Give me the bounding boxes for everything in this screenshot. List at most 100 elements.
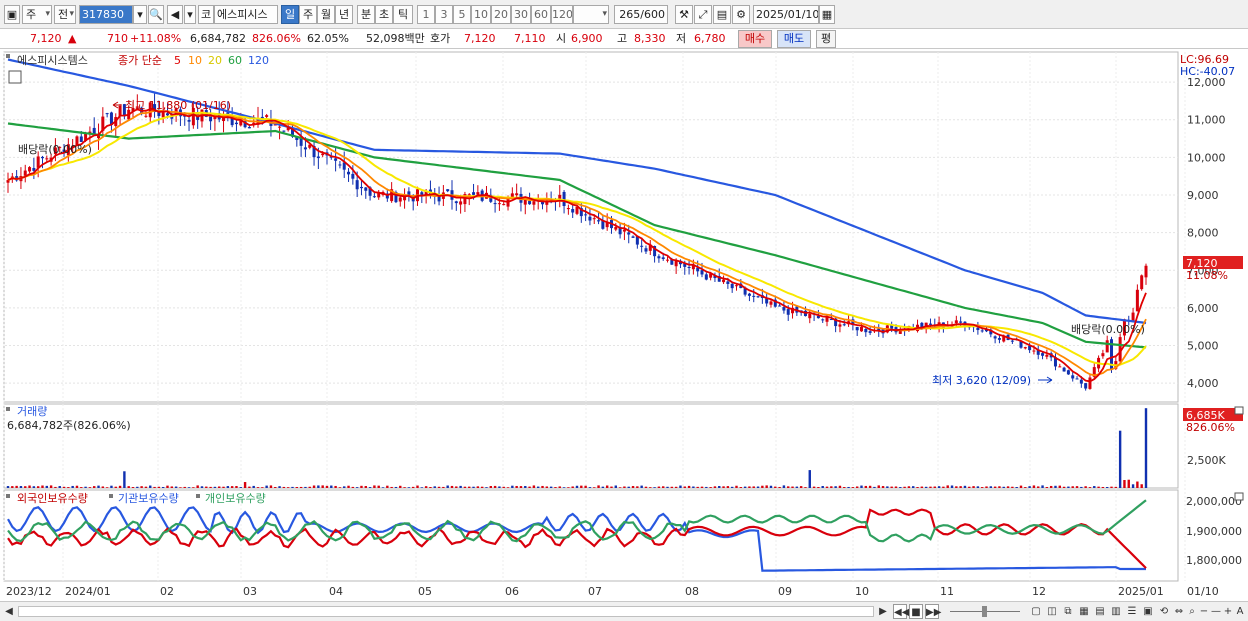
- stock-chart-svg[interactable]: 에스피시스템스 종가 단순 5 10 20 60 120 LC:96.69 HC…: [0, 50, 1248, 601]
- interval-3[interactable]: 3: [435, 5, 453, 24]
- ratio-icon[interactable]: ▦: [1076, 604, 1092, 619]
- volume-bar: [825, 486, 829, 488]
- zoom-slider-handle[interactable]: [982, 606, 987, 617]
- candle-body: [446, 189, 450, 192]
- window-icon[interactable]: ▣: [1140, 604, 1156, 619]
- stock-name-field[interactable]: 에스피시스: [214, 5, 278, 24]
- volume-bar: [860, 485, 863, 488]
- gear-icon[interactable]: ⚙: [732, 5, 750, 24]
- period-month[interactable]: 월: [317, 5, 335, 24]
- volume-bar: [11, 486, 14, 488]
- stop-icon[interactable]: ■: [909, 604, 923, 619]
- x-axis-label: 10: [855, 585, 869, 598]
- grid-icon[interactable]: ▤: [1092, 604, 1108, 619]
- volume-bar: [1084, 486, 1087, 488]
- up-arrow-icon: ▲: [68, 32, 77, 45]
- interval-10[interactable]: 10: [471, 5, 491, 24]
- layout-icon[interactable]: ▢: [1028, 604, 1044, 619]
- volume-bar: [209, 486, 212, 488]
- period-year[interactable]: 년: [335, 5, 353, 24]
- sell-button[interactable]: 매도: [777, 30, 811, 48]
- chart-toolbar: ▣ 주 전 317830 ▾ 🔍 ◀ ▾ 코 에스피시스 일 주 월 년 분 초…: [0, 0, 1248, 29]
- list-icon[interactable]: ☰: [1124, 604, 1140, 619]
- window-icon[interactable]: ▣: [4, 5, 20, 24]
- sound-icon[interactable]: ◀: [167, 5, 183, 24]
- scroll-left-icon[interactable]: ◀: [3, 604, 15, 619]
- volume-bar: [218, 486, 221, 488]
- font-size-icon[interactable]: A: [1234, 604, 1246, 619]
- maximize-icon[interactable]: [1234, 406, 1244, 415]
- split-icon[interactable]: ◫: [1044, 604, 1060, 619]
- candle-body: [338, 164, 342, 166]
- draw-tool-icon[interactable]: ⤢: [694, 5, 712, 24]
- data-count-field[interactable]: 265/600: [614, 5, 668, 24]
- volume-bar: [343, 486, 346, 488]
- interval-1[interactable]: 1: [417, 5, 435, 24]
- volume-bar: [45, 485, 48, 488]
- maximize-icon[interactable]: [1234, 492, 1244, 501]
- save-icon[interactable]: ▤: [713, 5, 731, 24]
- interval-5[interactable]: 5: [453, 5, 471, 24]
- period-tick[interactable]: 틱: [393, 5, 413, 24]
- chart-settings-icon[interactable]: ⚒: [675, 5, 693, 24]
- panel-marker-icon: [6, 54, 10, 58]
- volume-bar: [239, 487, 242, 488]
- date-input[interactable]: 2025/01/10: [753, 5, 819, 24]
- candle-body: [1071, 375, 1075, 379]
- eval-button[interactable]: 평: [816, 30, 836, 48]
- interval-120[interactable]: 120: [551, 5, 573, 24]
- candle-body: [592, 218, 596, 220]
- price-change-pct: +11.08%: [130, 32, 182, 45]
- zoom-out-icon[interactable]: −: [1198, 604, 1210, 619]
- volume-bar: [222, 486, 225, 488]
- search-icon[interactable]: ⌕: [1186, 604, 1198, 619]
- volume-bar: [567, 487, 570, 488]
- volume-bar: [993, 486, 997, 488]
- data-count-total: /600: [640, 8, 665, 21]
- stock-code-input[interactable]: 317830: [79, 5, 133, 24]
- zoom-in-icon[interactable]: +: [1222, 604, 1234, 619]
- period-second[interactable]: 초: [375, 5, 393, 24]
- volume-bar: [256, 487, 260, 488]
- calendar-icon[interactable]: ▦: [819, 5, 835, 24]
- reset-icon[interactable]: ⟲: [1156, 604, 1172, 619]
- prev-select[interactable]: 전: [54, 5, 76, 24]
- period-day[interactable]: 일: [281, 5, 299, 24]
- volume-bar: [506, 487, 510, 488]
- period-week[interactable]: 주: [299, 5, 317, 24]
- candle-body: [105, 113, 109, 115]
- sound-dropdown-icon[interactable]: ▾: [184, 5, 196, 24]
- indicator-icon[interactable]: ▥: [1108, 604, 1124, 619]
- low-label: 저: [676, 32, 687, 45]
- volume-bar: [808, 470, 811, 488]
- volume-bar: [618, 487, 622, 488]
- candle-body: [40, 156, 44, 159]
- compare-icon[interactable]: ⧉: [1060, 604, 1076, 619]
- interval-custom-select[interactable]: [573, 5, 609, 24]
- first-page-icon[interactable]: ◀◀: [893, 604, 909, 619]
- volume-bar: [1019, 485, 1023, 488]
- volume-bar: [899, 487, 902, 488]
- volume-bar: [330, 485, 333, 488]
- minus-icon[interactable]: —: [1210, 604, 1222, 619]
- last-page-icon[interactable]: ▶▶: [925, 604, 941, 619]
- volume-bar: [1131, 484, 1135, 488]
- chart-type-select[interactable]: 주: [22, 5, 52, 24]
- scroll-track[interactable]: [18, 606, 874, 617]
- interval-20[interactable]: 20: [491, 5, 511, 24]
- volume-bar: [903, 486, 906, 488]
- volume-bar: [200, 486, 204, 488]
- volume-bar: [192, 487, 195, 488]
- period-minute[interactable]: 분: [357, 5, 375, 24]
- interval-30[interactable]: 30: [511, 5, 531, 24]
- pan-icon[interactable]: ⇔: [1172, 604, 1186, 619]
- volume-bar: [179, 487, 182, 488]
- table-icon[interactable]: [8, 70, 22, 84]
- volume-bar: [597, 485, 600, 488]
- search-icon[interactable]: 🔍: [148, 5, 164, 24]
- volume-bar: [743, 486, 747, 488]
- code-dropdown-icon[interactable]: ▾: [133, 5, 147, 24]
- interval-60[interactable]: 60: [531, 5, 551, 24]
- scroll-right-icon[interactable]: ▶: [877, 604, 889, 619]
- buy-button[interactable]: 매수: [738, 30, 772, 48]
